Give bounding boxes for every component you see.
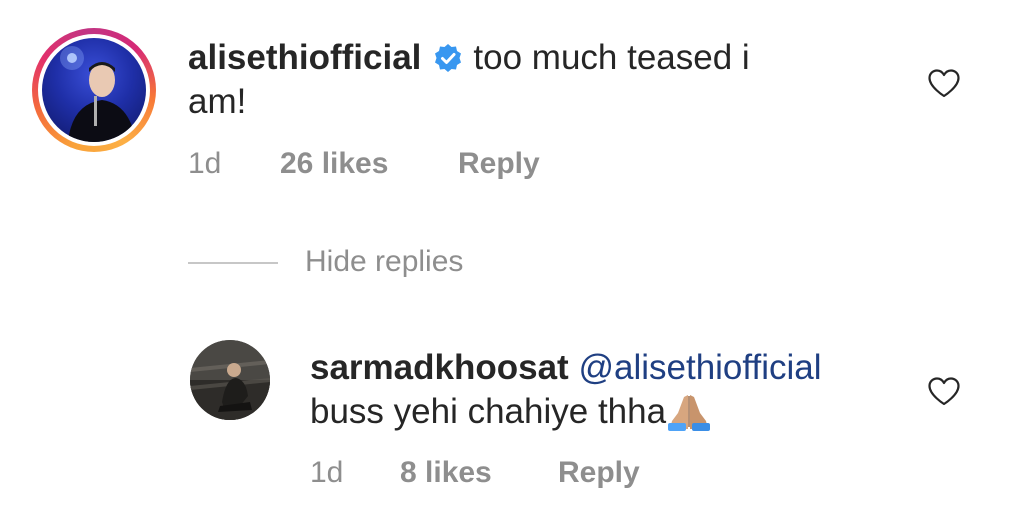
reply-body: sarmadkhoosat @alisethiofficial buss yeh… — [310, 346, 930, 434]
hide-replies-divider — [188, 262, 278, 264]
reply-mention-link[interactable]: @alisethiofficial — [578, 348, 821, 387]
reply-time: 1d — [310, 456, 344, 489]
comment-time: 1d — [188, 147, 222, 180]
reply-text: buss yehi chahiye thha — [310, 392, 667, 431]
avatar-alisethiofficial — [42, 38, 146, 142]
comment-likes-count[interactable]: 26 likes — [280, 147, 388, 181]
comment-username[interactable]: alisethiofficial — [188, 38, 421, 77]
reply-reply-button[interactable]: Reply — [558, 456, 640, 490]
comment-text-line1: too much teased i — [473, 38, 750, 77]
reply-username[interactable]: sarmadkhoosat — [310, 348, 569, 387]
avatar-photo-figure — [190, 340, 270, 420]
folded-hands-icon — [668, 395, 711, 431]
verified-badge-icon — [435, 44, 462, 72]
comment-text-line2: am! — [188, 82, 247, 121]
comment-body: alisethiofficial too much teased i am! — [188, 36, 868, 124]
hide-replies-button[interactable]: Hide replies — [305, 245, 463, 279]
like-heart-icon[interactable] — [927, 68, 961, 98]
avatar-photo-silhouette — [60, 46, 136, 142]
reply-like-heart-icon[interactable] — [927, 376, 961, 406]
comment-reply-button[interactable]: Reply — [458, 147, 540, 181]
reply-likes-count[interactable]: 8 likes — [400, 456, 492, 490]
avatar-story-ring[interactable] — [32, 28, 156, 152]
avatar-sarmadkhoosat[interactable] — [190, 340, 270, 420]
